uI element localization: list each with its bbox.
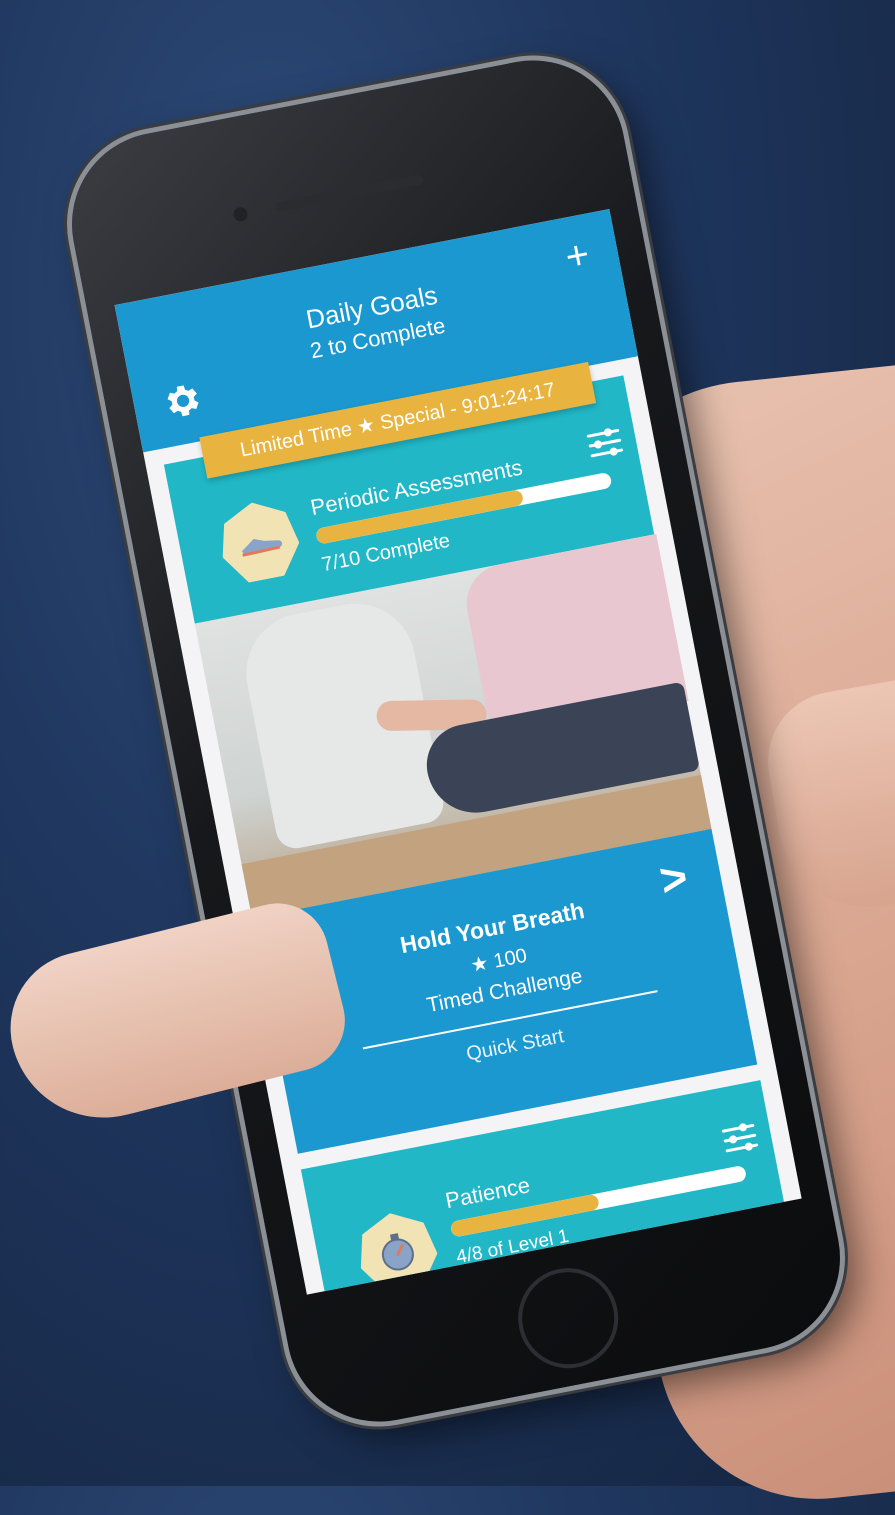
star-icon: ★ [355, 413, 377, 439]
sneaker-icon [213, 495, 304, 586]
sliders-icon[interactable] [718, 1116, 763, 1161]
points-value: 100 [491, 944, 529, 973]
quick-start-button[interactable]: Quick Start [283, 990, 747, 1102]
sliders-icon[interactable] [583, 421, 628, 466]
goal-badge [213, 495, 304, 586]
star-icon: ★ [468, 952, 491, 978]
phone: Daily Goals 2 to Complete + Limited Time… [56, 44, 856, 1438]
gear-icon[interactable] [158, 376, 207, 425]
app-screen: Daily Goals 2 to Complete + Limited Time… [114, 208, 802, 1295]
